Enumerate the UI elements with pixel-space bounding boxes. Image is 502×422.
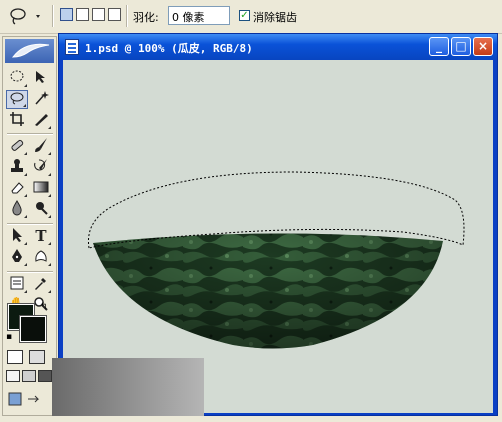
marquee-tool[interactable] bbox=[6, 69, 28, 88]
magic-wand-icon bbox=[35, 91, 49, 105]
gradient-icon bbox=[33, 181, 49, 193]
brush-icon bbox=[35, 138, 47, 152]
watermark-overlay bbox=[52, 358, 204, 416]
document-titlebar[interactable]: 1.psd @ 100% (瓜皮, RGB/8) _ □ × bbox=[59, 34, 497, 60]
history-brush-tool[interactable] bbox=[30, 158, 52, 177]
lasso-icon bbox=[10, 8, 40, 25]
maximize-button[interactable]: □ bbox=[451, 37, 471, 56]
blur-drop-icon bbox=[12, 200, 22, 216]
stamp-icon bbox=[11, 159, 23, 172]
psd-document-icon bbox=[65, 39, 79, 55]
lasso-tool[interactable] bbox=[6, 90, 28, 109]
zoom-icon bbox=[34, 297, 48, 311]
magic-wand-tool[interactable] bbox=[30, 90, 52, 109]
slice-icon bbox=[35, 114, 48, 126]
add-to-selection-icon[interactable] bbox=[76, 8, 89, 21]
pen-tool[interactable] bbox=[6, 248, 28, 267]
blur-tool[interactable] bbox=[6, 200, 28, 219]
path-arrow-icon bbox=[13, 228, 22, 242]
toolbox-separator bbox=[7, 133, 53, 135]
feather-logo-icon bbox=[11, 43, 50, 58]
options-separator bbox=[52, 5, 54, 27]
eraser-tool[interactable] bbox=[6, 179, 28, 198]
close-icon: × bbox=[477, 39, 489, 53]
new-selection-icon[interactable] bbox=[60, 8, 73, 21]
toolbox-separator bbox=[7, 271, 53, 273]
hand-tool[interactable]: ✋ bbox=[6, 296, 28, 315]
shape-icon bbox=[35, 250, 47, 262]
move-tool[interactable] bbox=[30, 69, 52, 88]
lasso-icon bbox=[10, 92, 24, 105]
brush-tool[interactable] bbox=[30, 137, 52, 156]
anti-alias-label: 消除锯齿 bbox=[253, 11, 297, 24]
minimize-icon: _ bbox=[436, 39, 442, 53]
eyedropper-icon bbox=[35, 278, 46, 290]
dodge-tool[interactable] bbox=[30, 200, 52, 219]
notes-tool[interactable] bbox=[6, 275, 28, 294]
dodge-icon bbox=[36, 202, 48, 215]
eraser-icon bbox=[11, 182, 24, 194]
pen-icon bbox=[12, 249, 22, 262]
tool-preset-picker[interactable] bbox=[6, 6, 46, 26]
document-title: 1.psd @ 100% (瓜皮, RGB/8) bbox=[85, 42, 253, 55]
toolbox-separator bbox=[7, 223, 53, 225]
watermelon-rind bbox=[93, 233, 443, 349]
options-bar: 羽化: 0 像素 ✓ 消除锯齿 bbox=[0, 0, 502, 34]
minimize-button[interactable]: _ bbox=[429, 37, 449, 56]
bandage-icon bbox=[11, 139, 24, 151]
subtract-from-selection-icon[interactable] bbox=[92, 8, 105, 21]
anti-alias-checkbox[interactable]: ✓ bbox=[239, 10, 250, 21]
type-icon: T bbox=[35, 227, 47, 245]
marquee-icon bbox=[10, 70, 24, 82]
move-icon bbox=[36, 71, 45, 83]
zoom-tool[interactable] bbox=[30, 296, 52, 315]
close-button[interactable]: × bbox=[473, 37, 493, 56]
clone-stamp-tool[interactable] bbox=[6, 158, 28, 177]
feather-label: 羽化: bbox=[133, 11, 159, 24]
maximize-icon: □ bbox=[455, 39, 467, 53]
path-selection-tool[interactable] bbox=[6, 227, 28, 246]
custom-shape-tool[interactable] bbox=[30, 248, 52, 267]
type-tool[interactable]: T bbox=[30, 227, 52, 246]
crop-tool[interactable] bbox=[6, 111, 28, 130]
toolbox-header[interactable] bbox=[5, 39, 54, 63]
feather-input[interactable]: 0 像素 bbox=[168, 6, 230, 25]
healing-brush-tool[interactable] bbox=[6, 137, 28, 156]
history-brush-icon bbox=[34, 159, 47, 171]
intersect-selection-icon[interactable] bbox=[108, 8, 121, 21]
toolbox: T ✋ bbox=[2, 36, 57, 416]
eyedropper-tool[interactable] bbox=[30, 275, 52, 294]
crop-icon bbox=[10, 112, 24, 126]
gradient-tool[interactable] bbox=[30, 179, 52, 198]
hand-icon: ✋ bbox=[8, 297, 26, 313]
note-icon bbox=[10, 276, 24, 290]
options-separator bbox=[126, 5, 128, 27]
slice-tool[interactable] bbox=[30, 111, 52, 130]
